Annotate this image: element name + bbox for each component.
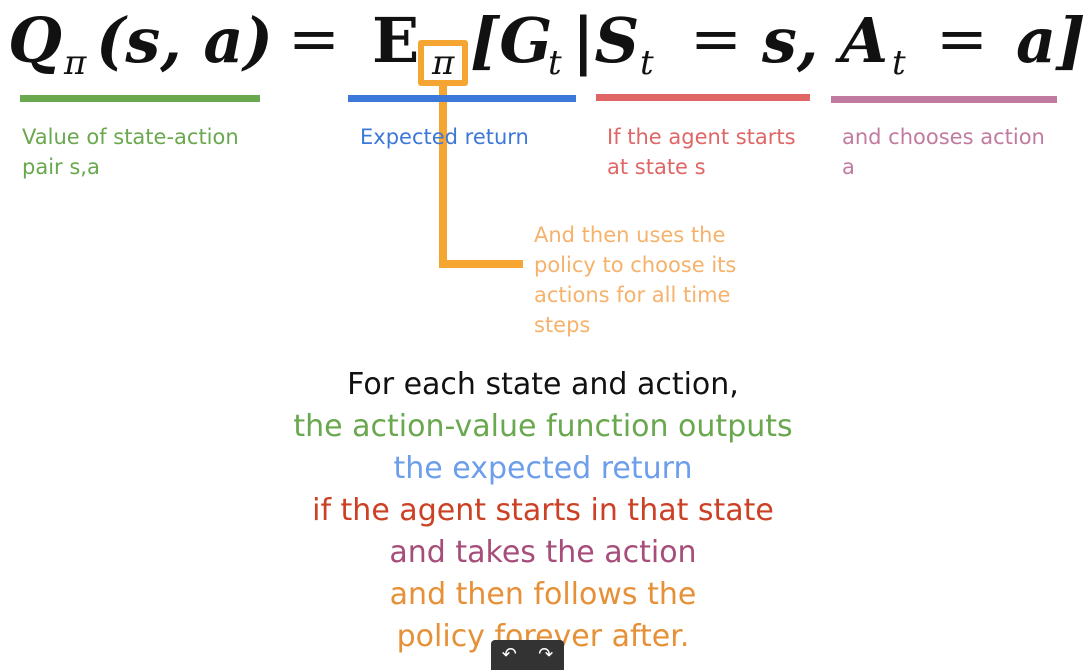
formula-a: a]: [1016, 4, 1086, 77]
starts-label: If the agent starts at state s: [607, 122, 796, 182]
undo-arrow-icon[interactable]: ↶: [502, 644, 517, 665]
formula-args: (s, a): [96, 4, 273, 77]
summary-line: For each state and action,: [347, 367, 739, 402]
value-label-line: Value of state-action: [22, 125, 239, 149]
chooses-underline: [831, 96, 1057, 103]
formula-t-subscript-3: t: [892, 43, 906, 83]
policy-highlight-box: [418, 40, 468, 86]
expected-underline: [348, 95, 576, 102]
formula-state: |S: [572, 4, 640, 77]
expected-label: Expected return: [360, 122, 529, 152]
policy-label-line: And then uses the: [534, 223, 726, 247]
formula-s: s,: [762, 4, 819, 77]
summary-line: and takes the action: [389, 535, 697, 570]
value-underline: [20, 95, 260, 102]
q-function-formula: Q π (s, a) = E π [G t |S t = s, A t = a]: [0, 0, 1086, 92]
formula-return: [G: [470, 4, 553, 77]
formula-equals-3: =: [936, 2, 988, 75]
formula-equals-2: =: [690, 2, 742, 75]
policy-label-line: policy to choose its: [534, 253, 737, 277]
formula-pi-subscript: π: [64, 43, 87, 83]
policy-label-line: steps: [534, 313, 591, 337]
chooses-label-line: a: [842, 155, 855, 179]
chooses-label-line: and chooses action: [842, 125, 1045, 149]
summary-line: if the agent starts in that state: [312, 493, 774, 528]
policy-label: And then uses the policy to choose its a…: [534, 220, 736, 340]
formula-action: A: [840, 4, 889, 77]
expected-label-line: Expected return: [360, 125, 529, 149]
starts-underline: [596, 94, 810, 101]
slide-nav-widget: ↶ ↷: [491, 640, 564, 670]
chooses-label: and chooses action a: [842, 122, 1045, 182]
formula-t-subscript: t: [548, 43, 562, 83]
summary-text: For each state and action, the action-va…: [0, 364, 1086, 658]
policy-label-line: actions for all time: [534, 283, 731, 307]
formula-q: Q: [8, 4, 63, 77]
formula-expectation: E: [372, 4, 420, 77]
redo-arrow-icon[interactable]: ↷: [538, 644, 553, 665]
starts-label-line: at state s: [607, 155, 706, 179]
formula-equals: =: [288, 2, 340, 75]
summary-line: and then follows the: [389, 577, 697, 612]
summary-line: the expected return: [393, 451, 693, 486]
policy-connector-vertical: [439, 86, 447, 268]
value-label: Value of state-action pair s,a: [22, 122, 239, 182]
formula-t-subscript-2: t: [640, 43, 654, 83]
value-label-line: pair s,a: [22, 155, 100, 179]
summary-line: the action-value function outputs: [293, 409, 793, 444]
policy-connector-horizontal: [439, 260, 523, 268]
starts-label-line: If the agent starts: [607, 125, 796, 149]
